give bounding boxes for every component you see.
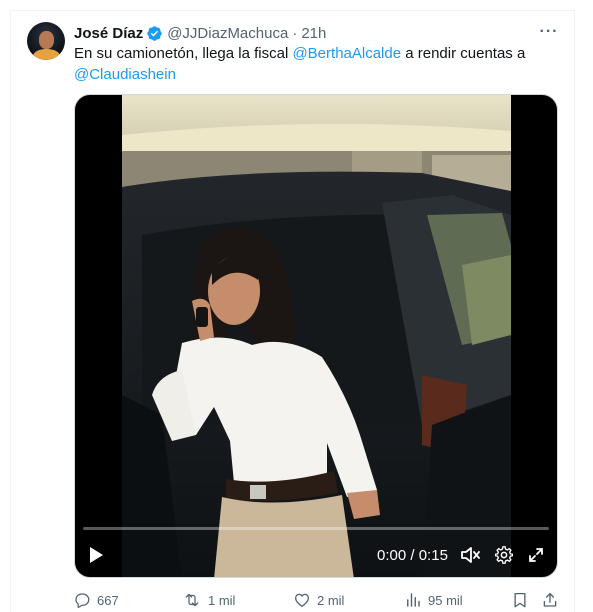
tweet-text-part: a rendir cuentas a	[401, 45, 526, 62]
video-frame-image[interactable]	[122, 95, 511, 577]
heart-icon	[294, 593, 310, 608]
views-button[interactable]: 95 mil	[404, 589, 463, 611]
bookmark-button[interactable]	[512, 589, 534, 611]
video-controls: 0:00 / 0:15	[75, 539, 557, 571]
play-icon[interactable]	[85, 544, 107, 566]
verified-badge-icon[interactable]	[146, 25, 163, 42]
video-player[interactable]: 0:00 / 0:15	[74, 94, 558, 578]
video-time-separator: /	[410, 547, 415, 564]
repost-icon	[185, 593, 199, 607]
repost-button[interactable]: 1 mil	[182, 589, 235, 611]
bookmark-icon	[514, 592, 526, 608]
like-button[interactable]: 2 mil	[293, 589, 344, 611]
repost-count: 1 mil	[208, 592, 236, 608]
more-options-icon[interactable]: ···	[538, 22, 560, 42]
gear-icon[interactable]	[493, 544, 515, 566]
mention-link[interactable]: @Claudiashein	[74, 66, 176, 83]
tweet-text: En su camionetón, llega la fiscal @Berth…	[74, 43, 554, 85]
like-count: 2 mil	[317, 592, 345, 608]
author-handle[interactable]: @JJDiazMachuca	[167, 25, 288, 42]
avatar-face	[39, 31, 54, 49]
header-separator: ·	[292, 24, 298, 42]
tweet-actions: 667 1 mil 2 mil 95 mil	[73, 589, 568, 611]
reply-count: 667	[97, 592, 119, 608]
reply-button[interactable]: 667	[73, 589, 119, 611]
video-current-time: 0:00	[377, 547, 407, 564]
muted-speaker-icon[interactable]	[459, 544, 481, 566]
mention-link[interactable]: @BerthaAlcalde	[292, 45, 401, 62]
video-duration: 0:15	[418, 547, 448, 564]
views-chart-icon	[407, 593, 420, 607]
tweet-timestamp[interactable]: 21h	[301, 25, 326, 42]
tweet-text-part: En su camionetón, llega la fiscal	[74, 45, 293, 62]
expand-icon[interactable]	[525, 544, 547, 566]
video-progress-bar[interactable]	[83, 527, 549, 530]
author-avatar[interactable]	[27, 22, 65, 60]
share-button[interactable]	[541, 589, 565, 611]
avatar-shirt	[33, 49, 60, 60]
view-count: 95 mil	[428, 592, 463, 608]
share-icon	[543, 592, 557, 607]
tweet-header: José Díaz @JJDiazMachuca · 21h	[74, 23, 326, 43]
reply-icon	[75, 593, 90, 609]
author-display-name[interactable]: José Díaz	[74, 25, 143, 42]
video-time-display: 0:00 / 0:15	[377, 547, 448, 564]
